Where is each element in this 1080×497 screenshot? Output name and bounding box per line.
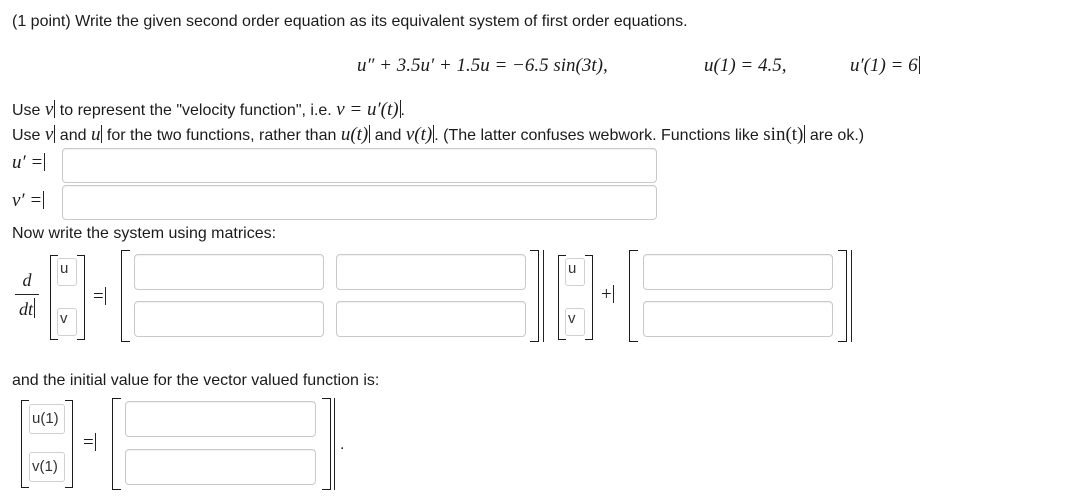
matrix-a-12-input[interactable] [336,254,526,290]
vector-b-2-input[interactable] [643,301,833,337]
matrix-a-right-bracket [530,250,539,342]
initial-v1-label: v(1) [29,452,65,482]
initial-u-input[interactable] [125,401,316,437]
matrix-equals: = [93,286,106,307]
initial-u1-label: u(1) [29,404,65,434]
matrix-plus: + [601,284,614,305]
initial-condition-du: u′(1) = 6 [850,55,920,76]
lhs-vector-u: u [57,258,77,286]
differential-equation: u″ + 3.5u′ + 1.5u = −6.5 sin(3t), [357,55,608,76]
vector-b-1-input[interactable] [643,254,833,290]
problem-intro: (1 point) Write the given second order e… [12,13,688,30]
initial-condition-u: u(1) = 4.5, [704,55,787,76]
matrix-a-bracket-line [543,250,544,342]
vector-b-right-bracket [838,250,847,342]
initial-lhs-left-bracket [21,400,29,488]
initial-period: . [340,436,345,453]
lhs-vector-v: v [57,308,77,336]
initial-v-input[interactable] [125,449,316,485]
instruction-line-1: Use v to represent the "velocity functio… [12,99,405,120]
rhs-vector-right-bracket [585,255,593,340]
u-prime-input[interactable] [62,148,657,183]
vector-b-left-bracket [629,250,638,342]
v-prime-input[interactable] [62,185,657,220]
initial-lhs-right-bracket [65,400,73,488]
matrix-a-left-bracket [121,250,130,342]
initial-rhs-right-bracket [322,398,331,490]
d-label: d [22,270,32,290]
dt-label: dt [18,298,35,319]
vector-b-bracket-line [851,250,852,342]
fraction-bar [15,294,39,295]
matrix-a-21-input[interactable] [134,301,324,337]
matrix-a-22-input[interactable] [336,301,526,337]
matrix-heading: Now write the system using matrices: [12,225,277,242]
v-prime-label: v′ = [12,190,45,211]
initial-equals: = [83,432,96,453]
rhs-vector-u: u [565,258,585,286]
initial-value-heading: and the initial value for the vector val… [12,372,380,389]
initial-rhs-bracket-line [334,398,335,490]
lhs-vector-right-bracket [77,255,85,340]
initial-rhs-left-bracket [112,398,121,490]
u-prime-label: u′ = [12,152,46,173]
instruction-line-2: Use v and u for the two functions, rathe… [12,124,865,145]
matrix-a-11-input[interactable] [134,254,324,290]
rhs-vector-v: v [565,308,585,336]
